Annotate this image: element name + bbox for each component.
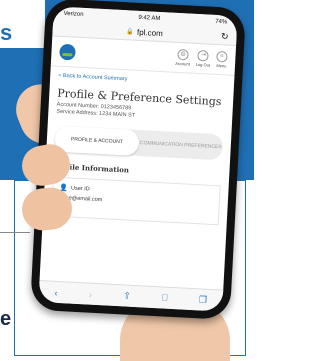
carrier-label: Verizon — [63, 10, 84, 18]
battery-label: 74% — [215, 18, 228, 26]
header-actions: ◍ Account ⇥ Log Out ≡ Menu — [175, 48, 228, 69]
menu-label: Menu — [216, 62, 227, 69]
background-divider — [0, 232, 30, 233]
tab-profile-account-label: PROFILE & ACCOUNT — [70, 136, 123, 146]
tabs-icon[interactable]: ❐ — [199, 294, 208, 305]
back-icon[interactable]: ‹ — [54, 287, 58, 297]
background-text-top: s — [0, 20, 13, 45]
lock-icon: 🔒 — [126, 29, 135, 36]
logout-label: Log Out — [195, 61, 211, 68]
background-text-bottom: e — [0, 308, 12, 330]
forward-icon[interactable]: › — [89, 289, 93, 299]
account-label: Account — [175, 60, 190, 67]
logout-icon: ⇥ — [197, 49, 210, 62]
profile-info-card: 👤 User ID JDoe@email.com Edit — [50, 176, 221, 226]
tab-communication-preferences[interactable]: COMMUNICATION PREFERENCES — [138, 130, 223, 160]
reload-icon[interactable]: ↻ — [221, 31, 229, 42]
browser-toolbar: ‹ › ⇧ ⎕ ❐ — [38, 280, 224, 312]
time-label: 9:42 AM — [138, 14, 161, 22]
tab-profile-account[interactable]: PROFILE & ACCOUNT — [54, 125, 140, 157]
user-id-label: User ID — [70, 185, 90, 193]
account-icon: ◍ — [177, 48, 189, 61]
fpl-logo-icon[interactable] — [59, 43, 76, 61]
menu-icon: ≡ — [216, 50, 228, 63]
bookmarks-icon[interactable]: ⎕ — [162, 292, 168, 303]
tab-communication-preferences-label: COMMUNICATION PREFERENCES — [139, 140, 222, 151]
menu-button[interactable]: ≡ Menu — [216, 50, 228, 69]
url-text: fpl.com — [136, 27, 163, 39]
logout-button[interactable]: ⇥ Log Out — [195, 49, 211, 68]
share-icon[interactable]: ⇧ — [123, 290, 131, 301]
account-button[interactable]: ◍ Account — [175, 48, 190, 67]
